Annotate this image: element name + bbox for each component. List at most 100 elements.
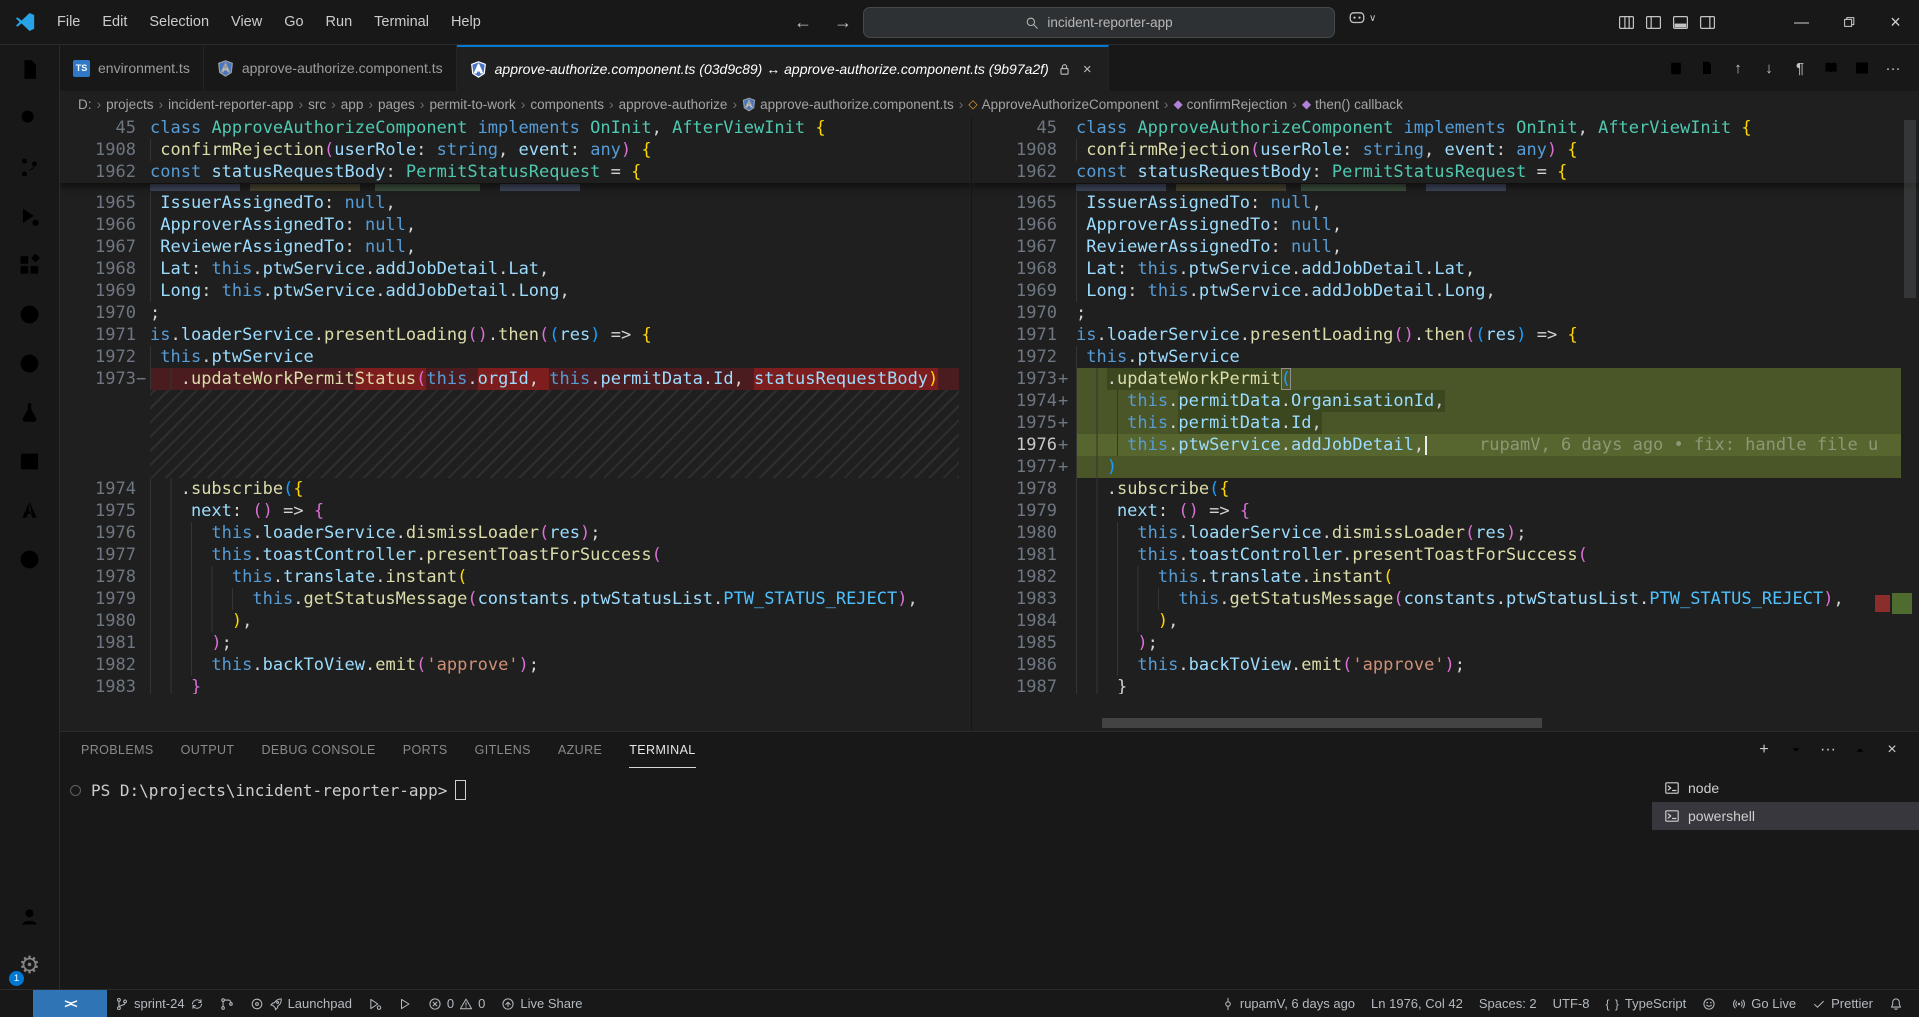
code-line[interactable]: 1970 ; [972, 302, 1919, 324]
activitybar-remote-explorer-icon[interactable] [0, 290, 59, 339]
code-line[interactable]: 1980 ), [60, 610, 971, 632]
code-line[interactable]: 1982 this.backToView.emit('approve'); [60, 654, 971, 676]
code-line[interactable]: 1973+ .updateWorkPermit( [972, 368, 1919, 390]
open-file-icon[interactable] [1693, 54, 1721, 82]
code-line[interactable]: 1985 ); [972, 632, 1919, 654]
code-line[interactable]: 1965 IssuerAssignedTo: null, [60, 192, 971, 214]
code-line[interactable]: 1967 ReviewerAssignedTo: null, [60, 236, 971, 258]
activitybar-extensions-icon[interactable] [0, 241, 59, 290]
activitybar-m365-icon[interactable] [0, 437, 59, 486]
breadcrumb-item[interactable]: permit-to-work [429, 97, 515, 112]
breadcrumb[interactable]: D:›projects›incident-reporter-app›src›ap… [60, 91, 1919, 117]
code-line[interactable]: 1969 Long: this.ptwService.addJobDetail.… [60, 280, 971, 302]
diff-modified-pane[interactable]: 45 class ApproveAuthorizeComponent imple… [971, 117, 1919, 731]
statusbar-cursor-position[interactable]: Ln 1976, Col 42 [1363, 990, 1471, 1017]
statusbar-indentation[interactable]: Spaces: 2 [1471, 990, 1545, 1017]
prev-change-icon[interactable]: ↑ [1724, 54, 1752, 82]
code-line[interactable]: 1908 confirmRejection(userRole: string, … [972, 139, 1919, 161]
code-line[interactable]: 1986 this.backToView.emit('approve'); [972, 654, 1919, 676]
tab-2[interactable]: approve-authorize.component.ts (03d9c89)… [457, 45, 1109, 91]
forward-arrow-button[interactable]: → [828, 8, 858, 36]
breadcrumb-item[interactable]: approve-authorize [619, 97, 728, 112]
statusbar-notifications[interactable] [1881, 990, 1911, 1017]
code-line[interactable]: 1969 Long: this.ptwService.addJobDetail.… [972, 280, 1919, 302]
menu-selection[interactable]: Selection [138, 9, 220, 35]
code-line[interactable]: 1972 this.ptwService [972, 346, 1919, 368]
code-line[interactable]: 1987 } [972, 676, 1919, 694]
customize-layout-icon[interactable] [1618, 14, 1635, 31]
code-line[interactable]: 1962 const statusRequestBody: PermitStat… [60, 161, 971, 183]
command-center-search[interactable]: incident-reporter-app [863, 7, 1335, 38]
code-line[interactable]: 1983 } [60, 676, 971, 694]
code-line[interactable]: 1975+ this.permitData.Id, [972, 412, 1919, 434]
statusbar-problems[interactable]: 00 [420, 990, 493, 1017]
code-line[interactable]: 1976 this.loaderService.dismissLoader(re… [60, 522, 971, 544]
code-line[interactable]: 1966 ApproverAssignedTo: null, [972, 214, 1919, 236]
tab-0[interactable]: TS environment.ts [60, 45, 204, 91]
activitybar-azure-icon[interactable] [0, 486, 59, 535]
breadcrumb-item[interactable]: projects [106, 97, 153, 112]
code-line[interactable]: 1970 ; [60, 302, 971, 324]
toggle-panel-icon[interactable] [1672, 14, 1689, 31]
menu-edit[interactable]: Edit [91, 9, 138, 35]
account-button[interactable] [0, 892, 59, 941]
breadcrumb-item[interactable]: ◆then() callback [1302, 97, 1403, 112]
code-line[interactable]: 1976+ this.ptwService.addJobDetail,rupam… [972, 434, 1919, 456]
code-line[interactable]: 1974+ this.permitData.OrganisationId, [972, 390, 1919, 412]
statusbar-commit-blame[interactable]: rupamV, 6 days ago [1213, 990, 1363, 1017]
breadcrumb-item[interactable]: D: [78, 97, 92, 112]
statusbar-launchpad[interactable]: Launchpad [242, 990, 360, 1017]
statusbar-prettier[interactable]: Prettier [1804, 990, 1881, 1017]
menu-go[interactable]: Go [273, 9, 314, 35]
statusbar-run-task[interactable] [390, 990, 420, 1017]
panel-tab-ports[interactable]: PORTS [403, 732, 448, 768]
tab-1[interactable]: approve-authorize.component.ts [204, 45, 457, 91]
panel-tab-azure[interactable]: AZURE [558, 732, 602, 768]
breadcrumb-item[interactable]: incident-reporter-app [168, 97, 293, 112]
code-line[interactable]: 1972 this.ptwService [60, 346, 971, 368]
code-line[interactable]: 1977 this.toastController.presentToastFo… [60, 544, 971, 566]
code-line[interactable]: 1981 ); [60, 632, 971, 654]
minimize-button[interactable]: — [1778, 0, 1825, 44]
menu-run[interactable]: Run [315, 9, 364, 35]
menu-file[interactable]: File [46, 9, 91, 35]
more-actions-icon[interactable]: ··· [1879, 54, 1907, 82]
menu-view[interactable]: View [220, 9, 273, 35]
code-line[interactable]: 1978 .subscribe({ [972, 478, 1919, 500]
breadcrumb-item[interactable]: ◆confirmRejection [1173, 97, 1287, 112]
panel-more-icon[interactable]: ··· [1815, 737, 1841, 763]
discard-icon[interactable] [1662, 54, 1690, 82]
code-line[interactable]: 1979 this.getStatusMessage(constants.ptw… [60, 588, 971, 610]
panel-tab-terminal[interactable]: TERMINAL [629, 732, 695, 768]
activitybar-testing-icon[interactable] [0, 388, 59, 437]
terminal-instance-node[interactable]: node [1652, 774, 1919, 802]
code-line[interactable]: 1981 this.toastController.presentToastFo… [972, 544, 1919, 566]
activitybar-explorer-icon[interactable] [0, 45, 59, 94]
statusbar-git-branch[interactable]: sprint-24 [107, 990, 212, 1017]
close-window-button[interactable]: × [1872, 0, 1919, 44]
statusbar-debug-launch[interactable] [360, 990, 390, 1017]
menu-help[interactable]: Help [440, 9, 492, 35]
code-line[interactable]: 1979 next: () => { [972, 500, 1919, 522]
breadcrumb-item[interactable]: src [308, 97, 326, 112]
diff-original-pane[interactable]: 45 class ApproveAuthorizeComponent imple… [60, 117, 971, 731]
code-line[interactable]: 1983 this.getStatusMessage(constants.ptw… [972, 588, 1919, 610]
activitybar-gitlens-icon[interactable] [0, 339, 59, 388]
code-line[interactable]: 45 class ApproveAuthorizeComponent imple… [972, 117, 1919, 139]
toggle-sidebar-left-icon[interactable] [1645, 14, 1662, 31]
inline-view-icon[interactable] [1817, 54, 1845, 82]
open-changes-icon[interactable] [1631, 54, 1659, 82]
breadcrumb-item[interactable]: components [530, 97, 604, 112]
breadcrumb-item[interactable]: app [341, 97, 364, 112]
code-line[interactable]: 1968 Lat: this.ptwService.addJobDetail.L… [972, 258, 1919, 280]
statusbar-live-share[interactable]: Live Share [493, 990, 590, 1017]
statusbar-feedback[interactable] [1694, 990, 1724, 1017]
statusbar-git-graph[interactable] [212, 990, 242, 1017]
panel-tab-gitlens[interactable]: GITLENS [475, 732, 531, 768]
panel-tab-debug-console[interactable]: DEBUG CONSOLE [261, 732, 375, 768]
code-line[interactable]: 1973− .updateWorkPermitStatus(this.orgId… [60, 368, 971, 390]
code-line[interactable]: 1975 next: () => { [60, 500, 971, 522]
terminal-view[interactable]: PS D:\projects\incident-reporter-app> [60, 768, 1652, 992]
left-editor-scrollbar[interactable] [1904, 120, 1916, 298]
statusbar-remote-indicator[interactable]: >< [33, 990, 107, 1017]
